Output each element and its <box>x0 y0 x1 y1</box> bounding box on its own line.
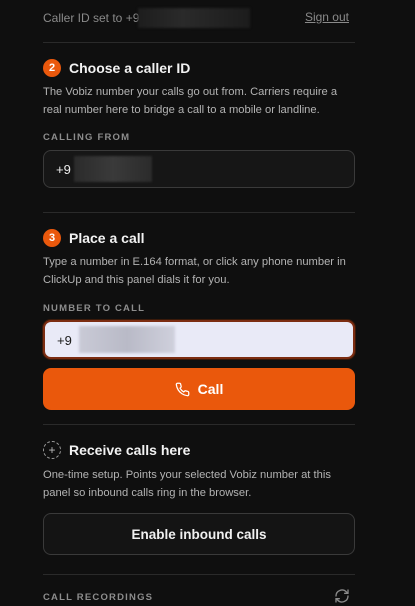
number-to-call-label: NUMBER TO CALL <box>43 303 146 314</box>
step-number-badge: 2 <box>43 59 61 77</box>
calling-from-value: +9 <box>56 162 71 177</box>
step-caller-description: The Vobiz number your calls go out from.… <box>43 86 338 116</box>
calling-from-label: CALLING FROM <box>43 132 131 143</box>
redacted-number <box>74 156 152 182</box>
phone-icon <box>175 382 190 396</box>
step-title: Receive calls here <box>69 442 191 458</box>
redacted-number <box>79 326 175 353</box>
caller-id-text: Caller ID set to +91 <box>43 11 147 25</box>
step-number-badge: 3 <box>43 229 61 247</box>
step-title: Place a call <box>69 230 145 246</box>
enable-inbound-calls-label: Enable inbound calls <box>131 526 267 542</box>
call-button[interactable]: Call <box>43 368 355 410</box>
calling-from-field[interactable]: +9 <box>43 150 355 188</box>
dialer-panel: Caller ID set to +91 Sign out 2 Choose a… <box>0 0 415 606</box>
refresh-icon[interactable] <box>334 588 350 604</box>
divider <box>43 424 355 425</box>
caller-id-status: Caller ID set to +91 Sign out <box>43 8 355 28</box>
step-caller-header: 2 Choose a caller ID <box>43 59 190 77</box>
step-call-header: 3 Place a call <box>43 229 145 247</box>
step-title: Choose a caller ID <box>69 60 191 76</box>
divider <box>43 212 355 213</box>
step-receive-header: + Receive calls here <box>43 441 190 459</box>
redacted-caller-id <box>138 8 250 28</box>
number-to-call-input[interactable]: +9 <box>43 320 355 359</box>
step-call-description: Type a number in E.164 format, or click … <box>43 256 346 286</box>
divider <box>43 42 355 43</box>
sign-out-link[interactable]: Sign out <box>305 10 349 24</box>
step-receive-description: One-time setup. Points your selected Vob… <box>43 469 331 499</box>
enable-inbound-calls-button[interactable]: Enable inbound calls <box>43 513 355 555</box>
number-to-call-value: +9 <box>57 333 72 348</box>
divider <box>43 574 355 575</box>
plus-icon: + <box>43 441 61 459</box>
call-recordings-label: CALL RECORDINGS <box>43 592 154 603</box>
call-button-label: Call <box>197 381 224 397</box>
